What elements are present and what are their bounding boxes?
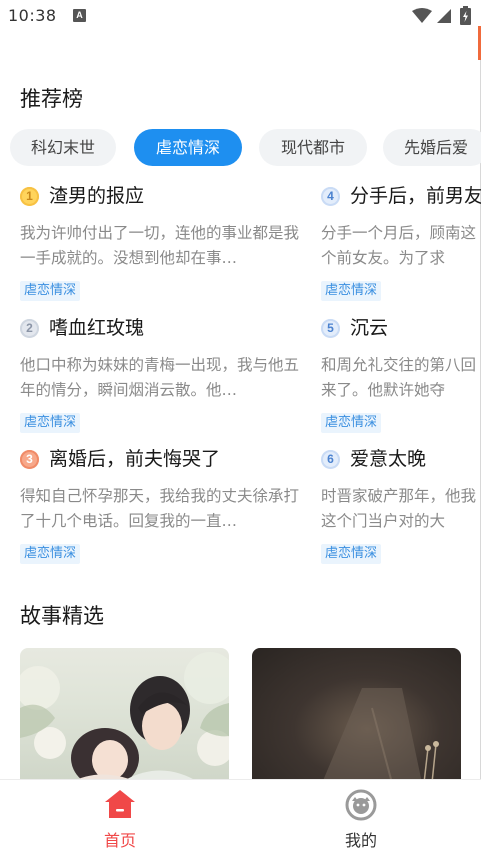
story-card-cover[interactable]: [252, 648, 461, 783]
rank-section-title: 推荐榜: [20, 87, 83, 111]
rank-item-tag: 虐恋情深: [321, 281, 382, 301]
rank-item-desc: 时晋家破产那年，他我这个门当户对的大: [321, 487, 477, 530]
tab-urban[interactable]: 现代都市: [259, 129, 367, 166]
rank-badge-icon: 3: [20, 450, 39, 469]
rank-badge-icon: 5: [321, 319, 340, 338]
rank-item-3[interactable]: 3 离婚后，前夫悔哭了 得知自己怀孕那天，我给我的丈夫徐承打了十几个电话。回复我…: [20, 447, 305, 569]
tab-marriage[interactable]: 先婚后爱: [383, 129, 481, 166]
nav-home-tab[interactable]: 首页: [60, 780, 180, 855]
status-bar: 10:38 A: [0, 0, 481, 32]
rank-badge-icon: 1: [20, 187, 39, 206]
category-tabs: 科幻末世 虐恋情深 现代都市 先婚后爱: [10, 129, 481, 167]
rank-item-tag: 虐恋情深: [321, 413, 382, 433]
rank-item-desc: 分手一个月后，顾南这个前女友。为了求: [321, 224, 477, 267]
signal-icon: [437, 9, 451, 23]
bottom-nav: 首页 我的: [0, 779, 481, 855]
rank-item-tag: 虐恋情深: [20, 281, 81, 301]
battery-icon: [460, 6, 471, 25]
illustration-couple-image: [20, 652, 229, 783]
rank-item-desc: 他口中称为妹妹的青梅一出现，我与他五年的情分，瞬间烟消云散。他…: [20, 356, 300, 399]
rank-item-6[interactable]: 6 爱意太晚 时晋家破产那年，他我这个门当户对的大 虐恋情深: [321, 447, 481, 569]
nav-mine-tab[interactable]: 我的: [301, 780, 421, 855]
rank-item-tag: 虐恋情深: [321, 544, 382, 564]
rank-item-title: 渣男的报应: [49, 185, 145, 207]
wifi-icon: [412, 8, 432, 23]
rank-item-tag: 虐恋情深: [20, 544, 81, 564]
rank-item-4[interactable]: 4 分手后，前男友 分手一个月后，顾南这个前女友。为了求 虐恋情深: [321, 184, 481, 306]
tab-romance[interactable]: 虐恋情深: [134, 129, 242, 166]
rank-item-5[interactable]: 5 沉云 和周允礼交往的第八回来了。他默许她夺 虐恋情深: [321, 316, 481, 438]
rank-item-desc: 得知自己怀孕那天，我给我的丈夫徐承打了十几个电话。回复我的一直…: [20, 487, 300, 530]
dark-photo-image: [322, 688, 439, 783]
home-icon: [105, 790, 135, 818]
rank-badge-icon: 6: [321, 450, 340, 469]
rank-item-desc: 和周允礼交往的第八回来了。他默许她夺: [321, 356, 477, 399]
rank-badge-icon: 4: [321, 187, 340, 206]
rank-item-desc: 我为许帅付出了一切，连他的事业都是我一手成就的。没想到他却在事…: [20, 224, 300, 267]
rank-item-title: 离婚后，前夫悔哭了: [49, 448, 221, 470]
story-section-title: 故事精选: [20, 604, 104, 628]
rank-item-1[interactable]: 1 渣男的报应 我为许帅付出了一切，连他的事业都是我一手成就的。没想到他却在事……: [20, 184, 305, 306]
rank-item-title: 沉云: [350, 317, 389, 339]
tab-scifi[interactable]: 科幻末世: [10, 129, 116, 166]
status-time: 10:38: [8, 6, 57, 25]
story-card-cover[interactable]: [20, 648, 229, 783]
nav-home-label: 首页: [103, 831, 136, 850]
rank-item-2[interactable]: 2 嗜血红玫瑰 他口中称为妹妹的青梅一出现，我与他五年的情分，瞬间烟消云散。他……: [20, 316, 305, 438]
notification-a-icon: A: [73, 9, 86, 22]
rank-item-tag: 虐恋情深: [20, 413, 81, 433]
profile-face-icon: [345, 789, 377, 821]
rank-badge-icon: 2: [20, 319, 39, 338]
nav-mine-label: 我的: [344, 831, 377, 850]
rank-item-title: 爱意太晚: [350, 448, 427, 470]
rank-item-title: 分手后，前男友: [350, 185, 481, 207]
rank-item-title: 嗜血红玫瑰: [49, 317, 145, 339]
